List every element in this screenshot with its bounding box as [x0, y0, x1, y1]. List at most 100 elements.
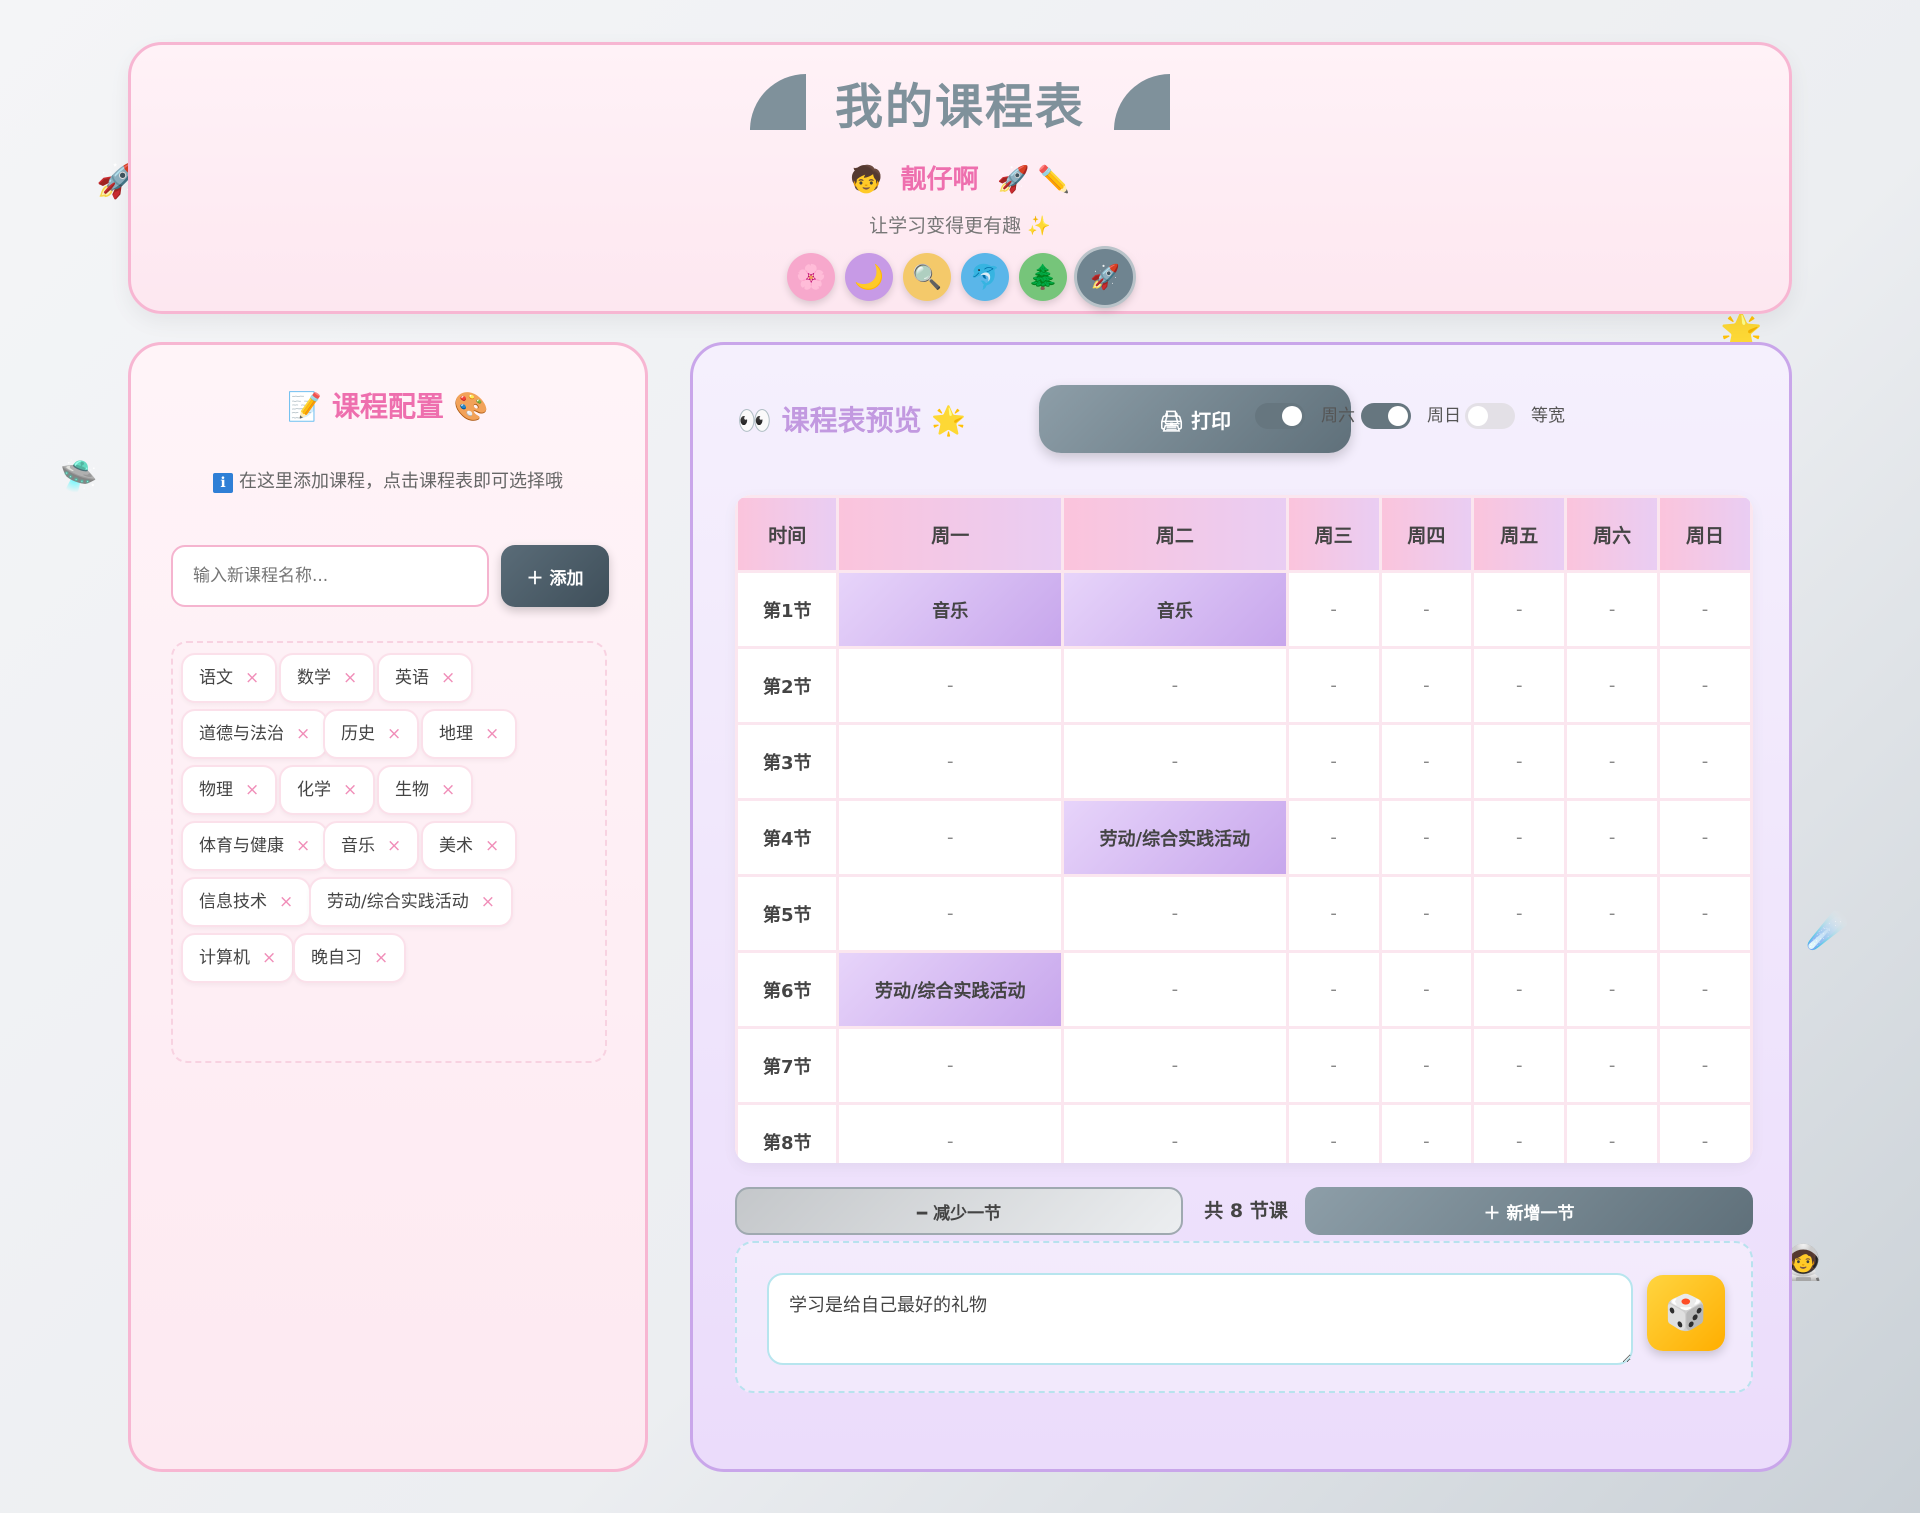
schedule-cell[interactable]: -: [1288, 1105, 1379, 1163]
schedule-cell[interactable]: -: [1567, 1105, 1658, 1163]
quote-textarea[interactable]: 学习是给自己最好的礼物: [767, 1273, 1633, 1365]
schedule-cell[interactable]: -: [1660, 953, 1750, 1026]
schedule-cell[interactable]: -: [1660, 1105, 1750, 1163]
schedule-cell[interactable]: -: [1567, 725, 1658, 798]
schedule-cell[interactable]: -: [1474, 953, 1565, 1026]
schedule-cell[interactable]: -: [1474, 1029, 1565, 1102]
remove-course-icon[interactable]: ×: [343, 780, 357, 800]
schedule-cell[interactable]: -: [1474, 573, 1565, 646]
schedule-cell[interactable]: -: [1567, 877, 1658, 950]
new-course-input[interactable]: [171, 545, 489, 607]
course-chip[interactable]: 体育与健康 ×: [181, 821, 329, 871]
schedule-cell[interactable]: -: [1567, 801, 1658, 874]
remove-course-icon[interactable]: ×: [296, 724, 310, 744]
theme-magnifier-button[interactable]: 🔍: [903, 253, 951, 301]
schedule-cell[interactable]: -: [1381, 801, 1472, 874]
remove-course-icon[interactable]: ×: [481, 892, 495, 912]
schedule-cell[interactable]: -: [1474, 1105, 1565, 1163]
course-chip[interactable]: 信息技术 ×: [181, 877, 312, 927]
schedule-cell[interactable]: 劳动/综合实践活动: [839, 953, 1062, 1026]
schedule-cell[interactable]: -: [1474, 725, 1565, 798]
schedule-cell[interactable]: -: [1064, 953, 1286, 1026]
schedule-cell[interactable]: -: [1567, 1029, 1658, 1102]
schedule-cell[interactable]: -: [1381, 1029, 1472, 1102]
schedule-cell[interactable]: 音乐: [1064, 573, 1286, 646]
schedule-cell[interactable]: -: [1064, 725, 1286, 798]
schedule-cell[interactable]: -: [1381, 1105, 1472, 1163]
schedule-cell[interactable]: -: [1381, 953, 1472, 1026]
remove-course-icon[interactable]: ×: [279, 892, 293, 912]
schedule-cell[interactable]: -: [839, 801, 1062, 874]
schedule-cell[interactable]: -: [1660, 801, 1750, 874]
toggle-switch[interactable]: [1255, 403, 1305, 429]
remove-course-icon[interactable]: ×: [262, 948, 276, 968]
remove-course-icon[interactable]: ×: [245, 780, 259, 800]
course-chip[interactable]: 物理 ×: [181, 765, 278, 815]
schedule-cell[interactable]: -: [839, 1105, 1062, 1163]
schedule-cell[interactable]: -: [1660, 877, 1750, 950]
course-chip[interactable]: 英语 ×: [377, 653, 474, 703]
schedule-cell[interactable]: -: [1660, 649, 1750, 722]
schedule-cell[interactable]: -: [1660, 573, 1750, 646]
course-chip[interactable]: 生物 ×: [377, 765, 474, 815]
schedule-cell[interactable]: -: [839, 877, 1062, 950]
remove-course-icon[interactable]: ×: [441, 668, 455, 688]
remove-course-icon[interactable]: ×: [441, 780, 455, 800]
schedule-cell[interactable]: -: [1381, 877, 1472, 950]
schedule-cell[interactable]: -: [1567, 953, 1658, 1026]
course-chip[interactable]: 化学 ×: [279, 765, 376, 815]
course-chip[interactable]: 语文 ×: [181, 653, 278, 703]
schedule-cell[interactable]: -: [1288, 801, 1379, 874]
schedule-cell[interactable]: -: [839, 649, 1062, 722]
course-chip[interactable]: 数学 ×: [279, 653, 376, 703]
schedule-cell[interactable]: -: [1064, 649, 1286, 722]
course-chip[interactable]: 音乐 ×: [323, 821, 420, 871]
schedule-cell[interactable]: -: [1288, 573, 1379, 646]
remove-course-icon[interactable]: ×: [245, 668, 259, 688]
remove-course-icon[interactable]: ×: [387, 836, 401, 856]
random-quote-dice-button[interactable]: 🎲: [1647, 1275, 1725, 1351]
schedule-cell[interactable]: 音乐: [839, 573, 1062, 646]
schedule-cell[interactable]: -: [1474, 801, 1565, 874]
course-chip[interactable]: 美术 ×: [421, 821, 518, 871]
schedule-cell[interactable]: -: [1567, 649, 1658, 722]
remove-course-icon[interactable]: ×: [374, 948, 388, 968]
schedule-cell[interactable]: -: [1064, 877, 1286, 950]
schedule-cell[interactable]: -: [1660, 725, 1750, 798]
schedule-cell[interactable]: -: [1381, 649, 1472, 722]
remove-course-icon[interactable]: ×: [343, 668, 357, 688]
schedule-cell[interactable]: -: [1288, 649, 1379, 722]
schedule-cell[interactable]: -: [1288, 877, 1379, 950]
schedule-cell[interactable]: -: [1381, 573, 1472, 646]
course-chip[interactable]: 晚自习 ×: [293, 933, 407, 983]
theme-rocket-button[interactable]: 🚀: [1077, 249, 1133, 305]
course-chip[interactable]: 地理 ×: [421, 709, 518, 759]
remove-course-icon[interactable]: ×: [485, 724, 499, 744]
toggle-switch[interactable]: [1465, 403, 1515, 429]
schedule-cell[interactable]: -: [1288, 1029, 1379, 1102]
theme-dolphin-button[interactable]: 🐬: [961, 253, 1009, 301]
theme-tree-button[interactable]: 🌲: [1019, 253, 1067, 301]
schedule-cell[interactable]: -: [1567, 573, 1658, 646]
course-chip[interactable]: 历史 ×: [323, 709, 420, 759]
schedule-cell[interactable]: -: [839, 725, 1062, 798]
schedule-cell[interactable]: -: [1288, 725, 1379, 798]
add-course-button[interactable]: ＋ 添加: [501, 545, 609, 607]
schedule-cell[interactable]: -: [1474, 877, 1565, 950]
schedule-cell[interactable]: -: [1288, 953, 1379, 1026]
schedule-cell[interactable]: -: [1381, 725, 1472, 798]
theme-sakura-button[interactable]: 🌸: [787, 253, 835, 301]
author-name[interactable]: 靓仔啊: [901, 165, 979, 195]
schedule-cell[interactable]: -: [839, 1029, 1062, 1102]
remove-course-icon[interactable]: ×: [296, 836, 310, 856]
schedule-cell[interactable]: -: [1064, 1105, 1286, 1163]
remove-course-icon[interactable]: ×: [485, 836, 499, 856]
schedule-cell[interactable]: -: [1474, 649, 1565, 722]
toggle-switch[interactable]: [1361, 403, 1411, 429]
add-period-button[interactable]: ＋ 新增一节: [1305, 1187, 1753, 1235]
remove-course-icon[interactable]: ×: [387, 724, 401, 744]
remove-period-button[interactable]: ━ 减少一节: [735, 1187, 1183, 1235]
schedule-cell[interactable]: 劳动/综合实践活动: [1064, 801, 1286, 874]
course-chip[interactable]: 计算机 ×: [181, 933, 295, 983]
schedule-cell[interactable]: -: [1064, 1029, 1286, 1102]
